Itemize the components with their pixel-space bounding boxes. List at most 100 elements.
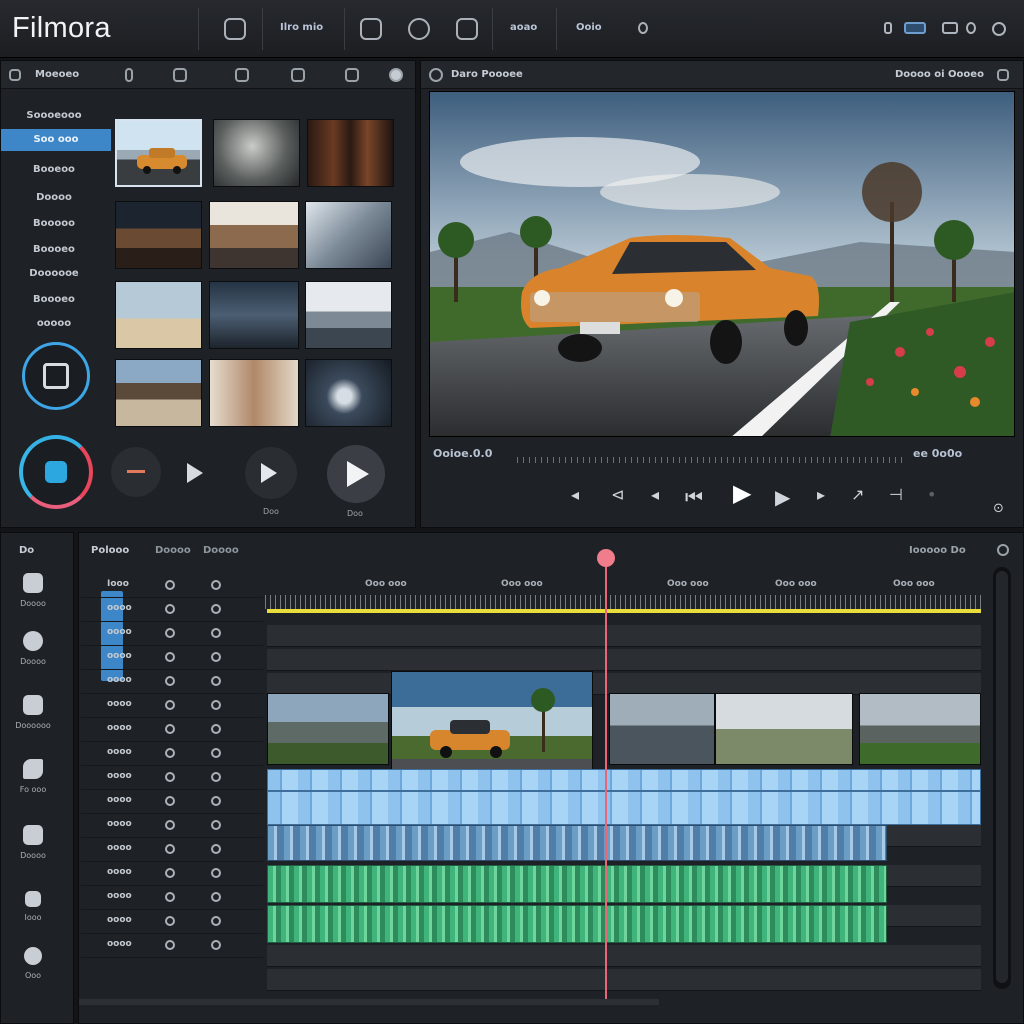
search-icon[interactable] [389, 68, 403, 82]
play-button[interactable] [327, 445, 385, 503]
track-header[interactable]: oooo [81, 743, 263, 766]
track-header[interactable]: oooo [81, 815, 263, 838]
track-row[interactable] [267, 673, 981, 695]
visibility-icon[interactable] [165, 940, 175, 950]
media-thumbnail-selected[interactable] [115, 119, 202, 187]
import-button[interactable] [22, 342, 90, 410]
chevron-down-icon[interactable] [966, 22, 976, 34]
lock-icon[interactable] [211, 724, 221, 734]
audio-clip[interactable] [267, 791, 981, 825]
track-header[interactable]: oooo [81, 599, 263, 622]
timeline-tab[interactable]: Doooo [203, 545, 239, 556]
track-header[interactable]: oooo [81, 647, 263, 670]
track-header[interactable]: oooo [81, 719, 263, 742]
category-item[interactable]: Doooooe [1, 263, 107, 285]
track-header[interactable]: Iooo [81, 575, 263, 598]
category-item[interactable]: Doooo [1, 187, 107, 209]
visibility-icon[interactable] [165, 700, 175, 710]
tool-item[interactable]: Doooo [1, 573, 65, 608]
tool-item[interactable]: Doooo [1, 825, 65, 860]
split-icon[interactable]: ⊣ [889, 485, 903, 504]
visibility-icon[interactable] [165, 796, 175, 806]
visibility-icon[interactable] [165, 676, 175, 686]
media-thumbnail[interactable] [209, 281, 299, 349]
lock-icon[interactable] [211, 652, 221, 662]
preview-scrubber[interactable] [517, 457, 907, 463]
previous-button[interactable] [111, 447, 161, 497]
category-item[interactable]: Booooo [1, 213, 107, 235]
rewind-icon[interactable]: ◂ [571, 485, 579, 504]
filter-icon[interactable] [345, 68, 359, 82]
video-viewer[interactable] [429, 91, 1015, 437]
audio-icon[interactable] [360, 18, 382, 40]
category-item-active[interactable]: Soo ooo [1, 129, 111, 151]
window-icon[interactable] [942, 22, 958, 34]
track-header[interactable]: oooo [81, 791, 263, 814]
video-clip[interactable] [715, 693, 853, 765]
elements-icon[interactable] [456, 18, 478, 40]
media-thumbnail[interactable] [305, 281, 392, 349]
add-icon[interactable] [997, 544, 1009, 556]
mark-out-icon[interactable]: ↗ [851, 485, 864, 504]
display-icon[interactable] [904, 22, 926, 34]
category-item[interactable]: Boooeo [1, 289, 107, 311]
timeline-right-label[interactable]: Iooooo Do [909, 545, 966, 556]
lock-icon[interactable] [211, 628, 221, 638]
track-row[interactable] [267, 625, 981, 647]
visibility-icon[interactable] [165, 652, 175, 662]
media-thumbnail[interactable] [209, 359, 299, 427]
category-item[interactable]: Soooeooo [1, 105, 107, 127]
skip-back-icon[interactable]: ⏮ [685, 485, 703, 509]
track-header[interactable]: oooo [81, 935, 263, 958]
visibility-icon[interactable] [165, 820, 175, 830]
lock-icon[interactable] [211, 676, 221, 686]
category-item[interactable]: ooooo [1, 313, 107, 335]
audio-clip[interactable] [267, 825, 887, 861]
track-row[interactable] [267, 969, 981, 991]
track-header[interactable]: oooo [81, 767, 263, 790]
lock-icon[interactable] [211, 844, 221, 854]
skip-forward-icon[interactable]: ▶ [775, 485, 790, 509]
work-area-bar[interactable] [267, 609, 981, 613]
tool-item[interactable]: Doooooo [1, 695, 65, 730]
visibility-icon[interactable] [165, 748, 175, 758]
lock-icon[interactable] [211, 796, 221, 806]
tool-item[interactable]: Ooo [1, 947, 65, 980]
prev-frame-icon[interactable]: ⊲ [611, 485, 624, 504]
playhead-handle[interactable] [597, 549, 615, 567]
visibility-icon[interactable] [165, 604, 175, 614]
info-icon[interactable] [638, 22, 648, 34]
timeline-ruler[interactable] [265, 595, 981, 609]
music-clip[interactable] [267, 905, 887, 943]
track-header[interactable]: oooo [81, 695, 263, 718]
play-small-button[interactable] [173, 451, 217, 495]
video-clip[interactable] [859, 693, 981, 765]
horizontal-scrollbar[interactable] [79, 999, 659, 1005]
track-header[interactable]: oooo [81, 887, 263, 910]
media-thumbnail[interactable] [305, 201, 392, 269]
track-header[interactable]: oooo [81, 839, 263, 862]
play-icon[interactable]: ▶ [733, 479, 751, 507]
media-thumbnail[interactable] [115, 359, 202, 427]
lock-icon[interactable] [211, 604, 221, 614]
media-thumbnail[interactable] [213, 119, 300, 187]
lock-icon[interactable] [211, 772, 221, 782]
expand-icon[interactable] [997, 69, 1009, 81]
effects-icon[interactable] [408, 18, 430, 40]
snapshot-icon[interactable]: • [927, 485, 936, 504]
tool-item[interactable]: Iooo [1, 891, 65, 922]
lock-icon[interactable] [211, 580, 221, 590]
playhead[interactable] [605, 551, 607, 1001]
lock-icon[interactable] [211, 916, 221, 926]
timeline-scrollbar[interactable] [993, 567, 1011, 989]
track-row[interactable] [267, 649, 981, 671]
import-icon[interactable] [173, 68, 187, 82]
visibility-icon[interactable] [165, 916, 175, 926]
visibility-icon[interactable] [165, 844, 175, 854]
lock-icon[interactable] [211, 700, 221, 710]
lock-icon[interactable] [211, 892, 221, 902]
video-clip[interactable] [609, 693, 715, 765]
record-button[interactable] [19, 435, 93, 509]
lock-icon[interactable] [211, 748, 221, 758]
media-thumbnail[interactable] [115, 281, 202, 349]
